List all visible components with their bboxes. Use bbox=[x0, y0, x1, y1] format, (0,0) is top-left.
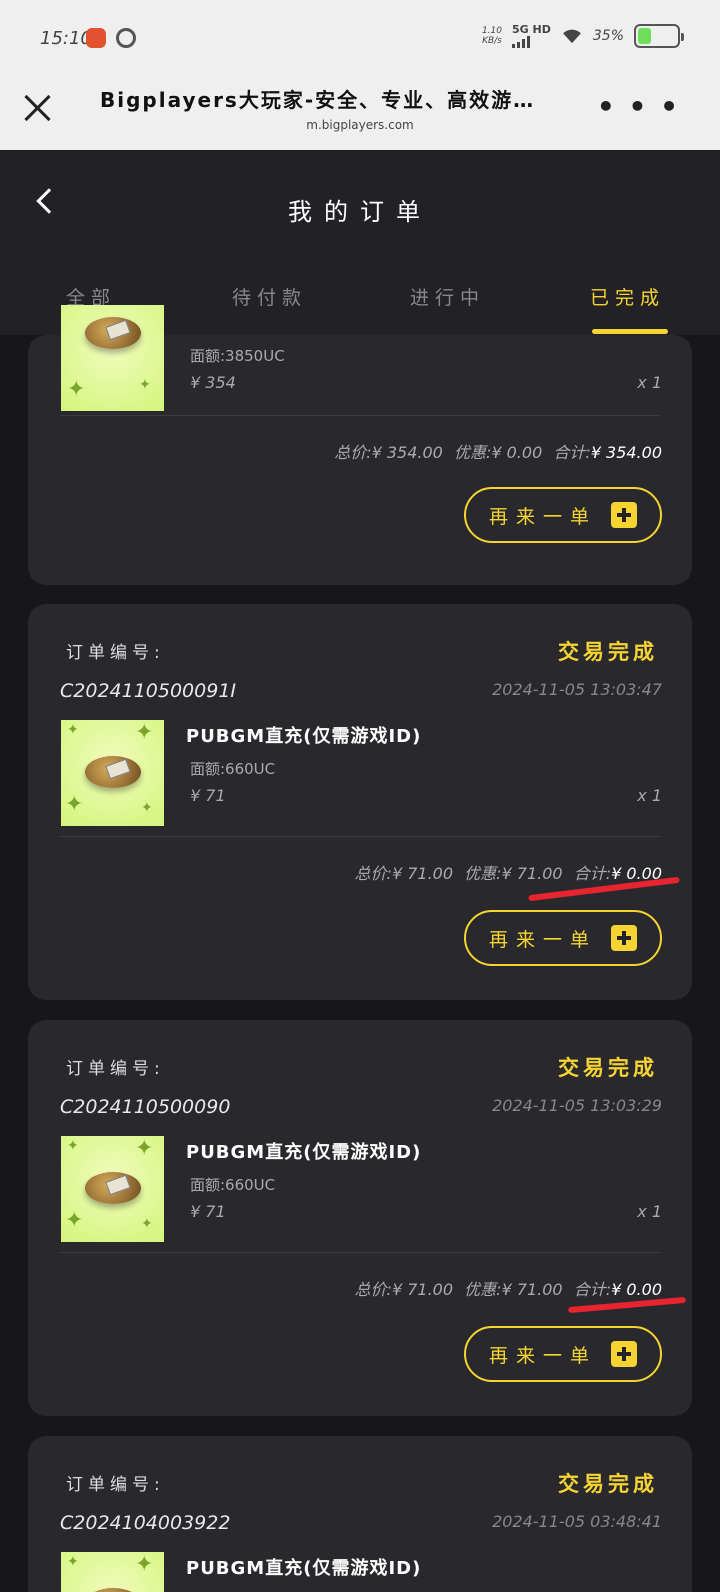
order-status-badge: 交易完成 bbox=[558, 640, 658, 664]
order-status-badge: 交易完成 bbox=[558, 1056, 658, 1080]
product-price: ¥ 71 bbox=[190, 1202, 226, 1221]
status-bar: 15:10 1.10 KB/s 5G HD 35% bbox=[0, 0, 720, 70]
product-quantity: x 1 bbox=[637, 373, 662, 392]
plus-icon bbox=[611, 502, 637, 528]
plus-icon bbox=[611, 925, 637, 951]
order-number: C2024110500090 bbox=[60, 1096, 231, 1118]
order-card: 订单编号: 交易完成 C2024110500090 2024-11-05 13:… bbox=[28, 1020, 692, 1416]
divider bbox=[60, 1252, 660, 1253]
tab-completed[interactable]: 已完成 bbox=[590, 283, 665, 310]
order-status-badge: 交易完成 bbox=[558, 1472, 658, 1496]
battery-icon bbox=[634, 24, 684, 48]
product-name: PUBGM直充(仅需游戏ID) bbox=[186, 726, 422, 747]
network-type: 5G HD bbox=[512, 23, 551, 36]
more-menu-icon[interactable]: • • • bbox=[597, 93, 680, 121]
tab-pending-payment[interactable]: 待付款 bbox=[232, 283, 307, 310]
order-number: C2024110500091I bbox=[60, 680, 237, 702]
order-number-label: 订单编号: bbox=[66, 1475, 165, 1495]
wifi-icon bbox=[562, 29, 581, 44]
product-price: ¥ 71 bbox=[190, 786, 226, 805]
reorder-button[interactable]: 再来一单 bbox=[464, 1326, 662, 1382]
order-card: 订单编号: 交易完成 C2024110500091I 2024-11-05 13… bbox=[28, 604, 692, 1000]
network-speed: 1.10 KB/s bbox=[481, 26, 503, 46]
app-header: 我的订单 bbox=[0, 150, 720, 255]
product-name: PUBGM直充(仅需游戏ID) bbox=[186, 1558, 422, 1579]
reorder-button[interactable]: 再来一单 bbox=[464, 910, 662, 966]
product-face-value: 面额:660UC bbox=[190, 760, 276, 778]
tab-active-indicator bbox=[592, 329, 668, 334]
signal-icon bbox=[512, 36, 551, 48]
divider bbox=[60, 836, 660, 837]
order-card: 订单编号: 交易完成 C2024104003922 2024-11-05 03:… bbox=[28, 1436, 692, 1592]
order-number-label: 订单编号: bbox=[66, 1059, 165, 1079]
order-number: C2024104003922 bbox=[60, 1512, 231, 1534]
product-image: ✦ ✦ ✦ ✦ bbox=[61, 1136, 164, 1242]
order-card: ✦ ✦ 面额:3850UC ¥ 354 x 1 总价:¥ 354.00 优惠:¥ … bbox=[28, 305, 692, 585]
order-time: 2024-11-05 13:03:47 bbox=[492, 680, 662, 699]
product-name: PUBGM直充(仅需游戏ID) bbox=[186, 1142, 422, 1163]
order-summary: 总价:¥ 71.00 优惠:¥ 71.00 合计:¥ 0.00 bbox=[354, 1280, 662, 1299]
browser-header: Bigplayers大玩家-安全、专业、高效游… m.bigplayers.co… bbox=[0, 70, 720, 150]
product-image: ✦ ✦ bbox=[61, 1552, 164, 1592]
page-tab-title: Bigplayers大玩家-安全、专业、高效游… bbox=[100, 88, 536, 112]
app-notification-icon bbox=[86, 28, 106, 48]
plus-icon bbox=[611, 1341, 637, 1367]
product-image: ✦ ✦ ✦ ✦ bbox=[61, 720, 164, 826]
divider bbox=[60, 415, 660, 416]
product-quantity: x 1 bbox=[637, 786, 662, 805]
order-summary: 总价:¥ 354.00 优惠:¥ 0.00 合计:¥ 354.00 bbox=[334, 443, 662, 462]
order-number-label: 订单编号: bbox=[66, 643, 165, 663]
sync-icon bbox=[116, 28, 136, 48]
product-face-value: 面额:3850UC bbox=[190, 347, 285, 365]
product-image: ✦ ✦ bbox=[61, 305, 164, 411]
order-time: 2024-11-05 13:03:29 bbox=[492, 1096, 662, 1115]
order-summary: 总价:¥ 71.00 优惠:¥ 71.00 合计:¥ 0.00 bbox=[354, 864, 662, 883]
order-time: 2024-11-05 03:48:41 bbox=[492, 1512, 662, 1531]
product-face-value: 面额:660UC bbox=[190, 1176, 276, 1194]
product-quantity: x 1 bbox=[637, 1202, 662, 1221]
status-time: 15:10 bbox=[40, 28, 92, 49]
page-title: 我的订单 bbox=[288, 198, 432, 226]
product-price: ¥ 354 bbox=[190, 373, 236, 392]
reorder-button[interactable]: 再来一单 bbox=[464, 487, 662, 543]
tab-in-progress[interactable]: 进行中 bbox=[410, 283, 485, 310]
battery-percent: 35% bbox=[592, 28, 624, 44]
